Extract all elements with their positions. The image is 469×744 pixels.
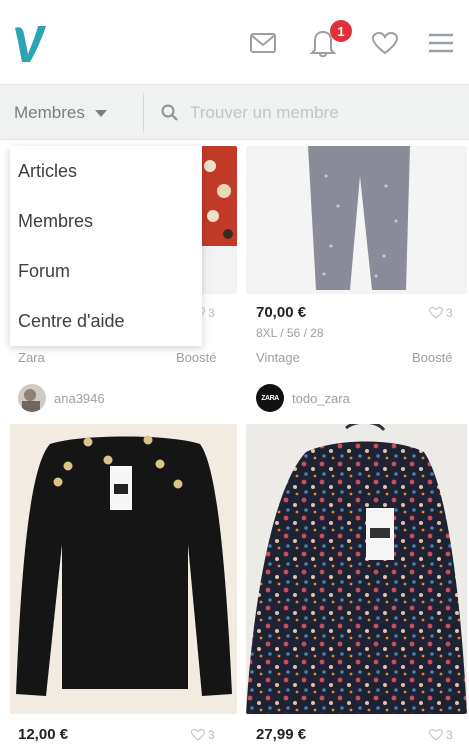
username: todo_zara [292, 390, 350, 406]
dropdown-item-forum[interactable]: Forum [10, 246, 202, 296]
heart-icon[interactable] [370, 30, 400, 56]
item-price: 70,00 € [256, 304, 307, 321]
heart-outline-icon [428, 306, 444, 319]
search-icon [161, 104, 178, 121]
item-photo[interactable] [10, 424, 237, 714]
boost-label: Boosté [176, 350, 217, 365]
heart-outline-icon [428, 728, 444, 741]
like-count[interactable]: 3 [428, 728, 453, 742]
item-photo[interactable] [246, 424, 467, 714]
like-count[interactable]: 3 [428, 306, 453, 320]
item-photo[interactable] [246, 146, 467, 294]
dropdown-item-help-center[interactable]: Centre d'aide [10, 296, 202, 346]
avatar [18, 384, 46, 412]
mail-icon[interactable] [248, 30, 278, 56]
avatar: ZARA [256, 384, 284, 412]
like-count[interactable]: 3 [190, 728, 215, 742]
divider [143, 93, 144, 133]
search-type-dropdown: Articles Membres Forum Centre d'aide [10, 146, 202, 346]
item-brand: Zara [18, 350, 45, 365]
heart-outline-icon [190, 728, 206, 741]
search-bar: Membres [0, 84, 469, 140]
hamburger-menu-icon[interactable] [426, 30, 456, 56]
like-count-value: 3 [446, 306, 453, 320]
like-count-value: 3 [208, 728, 215, 742]
item-price: 12,00 € [18, 726, 69, 743]
vinted-logo[interactable] [12, 22, 48, 66]
search-type-select[interactable]: Membres [14, 103, 107, 123]
dropdown-item-articles[interactable]: Articles [10, 146, 202, 196]
item-price: 27,99 € [256, 726, 307, 743]
search-type-label: Membres [14, 103, 85, 122]
boost-label: Boosté [412, 350, 453, 365]
item-size: 8XL / 56 / 28 [256, 326, 324, 340]
caret-down-icon [94, 109, 107, 117]
like-count-value: 3 [446, 728, 453, 742]
item-brand: Vintage [256, 350, 300, 365]
username: ana3946 [54, 390, 105, 406]
seller-user[interactable]: ana3946 [18, 384, 105, 412]
app-header: 1 [0, 0, 469, 84]
dropdown-item-members[interactable]: Membres [10, 196, 202, 246]
avatar-text: ZARA [261, 394, 279, 402]
search-input[interactable] [190, 99, 450, 127]
notification-badge: 1 [330, 20, 352, 42]
seller-user[interactable]: ZARA todo_zara [256, 384, 350, 412]
like-count-value: 3 [208, 306, 215, 320]
